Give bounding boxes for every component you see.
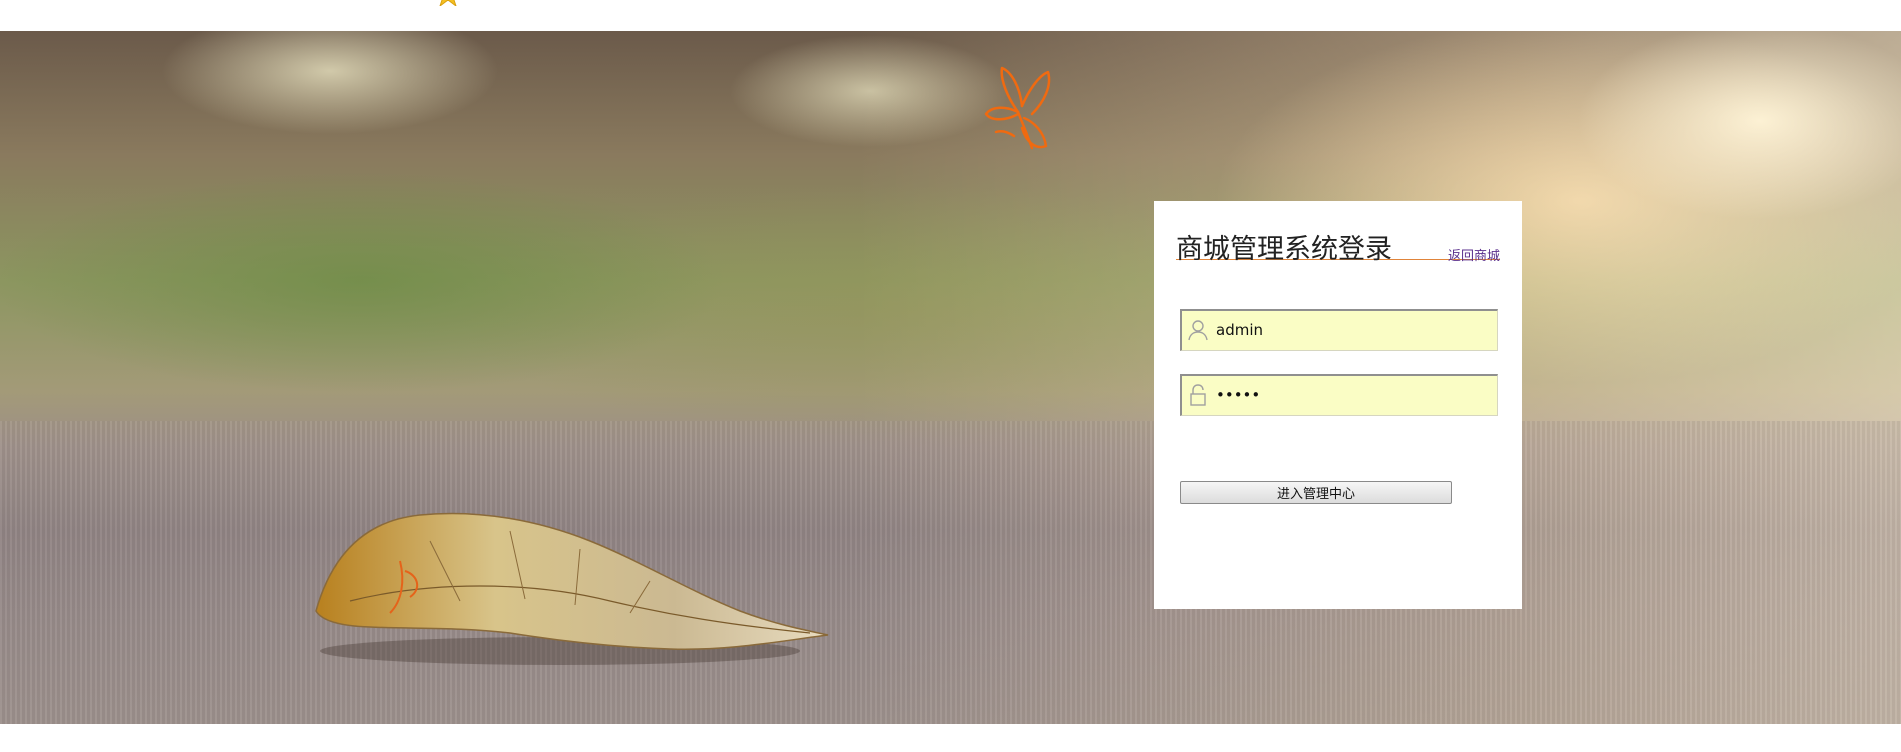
hero-ground (0, 421, 1901, 724)
username-input[interactable] (1216, 311, 1486, 349)
leaf-image (315, 512, 829, 665)
lock-icon (1190, 384, 1206, 406)
login-title: 商城管理系统登录 (1176, 234, 1392, 265)
login-card: 商城管理系统登录 返回商城 进入管理中心 (1154, 201, 1522, 609)
username-field[interactable] (1180, 309, 1498, 351)
password-field[interactable] (1180, 374, 1498, 416)
top-bar (0, 0, 1901, 31)
password-input[interactable] (1216, 376, 1486, 414)
butterfly-icon (984, 66, 1051, 150)
star-icon (439, 0, 457, 6)
enter-admin-button[interactable]: 进入管理中心 (1180, 481, 1452, 504)
hero-background: 商城管理系统登录 返回商城 进入管理中心 (0, 31, 1901, 724)
card-header: 商城管理系统登录 返回商城 (1176, 231, 1500, 265)
user-icon (1188, 320, 1208, 341)
back-to-store-link[interactable]: 返回商城 (1448, 245, 1500, 264)
